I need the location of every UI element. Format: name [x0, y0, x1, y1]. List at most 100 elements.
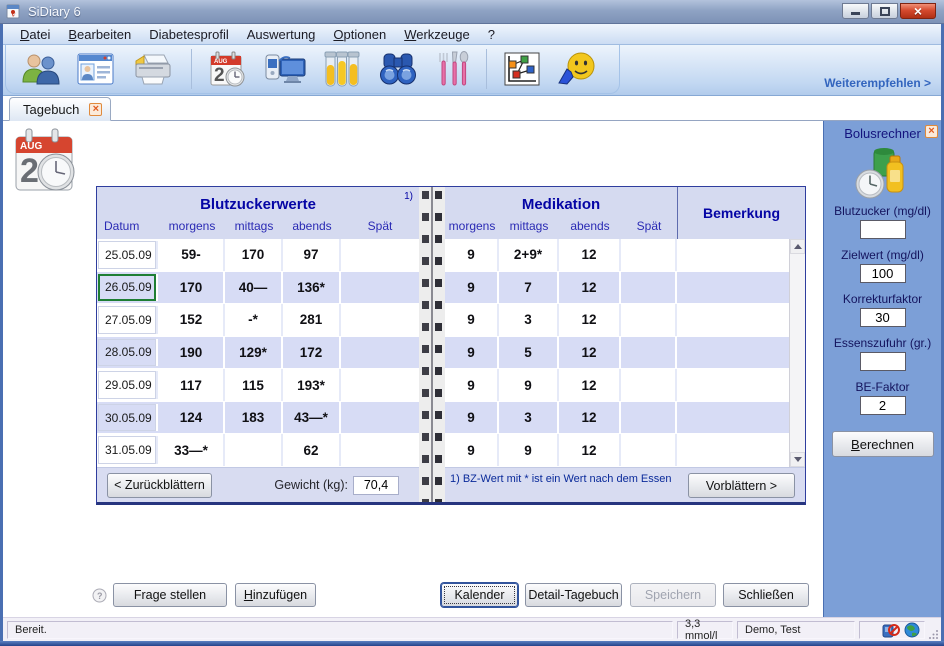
date-cell[interactable]: 27.05.09 — [98, 306, 158, 334]
bz-cell[interactable]: 40— — [225, 272, 283, 304]
calculate-button[interactable]: Berechnen — [832, 431, 934, 457]
menu-auswertung[interactable]: Auswertung — [238, 25, 325, 44]
bz-cell[interactable]: 190 — [159, 337, 225, 369]
med-cell[interactable] — [621, 434, 677, 466]
bz-cell[interactable]: -* — [225, 304, 283, 336]
close-window-icon[interactable] — [900, 3, 936, 19]
med-cell[interactable]: 9 — [445, 434, 499, 466]
bz-cell[interactable]: 59- — [159, 239, 225, 271]
remark-cell[interactable] — [677, 434, 789, 466]
resize-grip[interactable] — [929, 629, 939, 639]
globe-icon[interactable] — [904, 622, 920, 638]
med-cell[interactable]: 3 — [499, 304, 559, 336]
minimize-icon[interactable] — [842, 3, 869, 19]
med-cell[interactable] — [621, 304, 677, 336]
bz-cell[interactable] — [341, 239, 419, 271]
bz-cell[interactable] — [341, 434, 419, 466]
bz-cell[interactable] — [225, 434, 283, 466]
bz-cell[interactable]: 115 — [225, 369, 283, 401]
correction-factor-input[interactable] — [860, 308, 906, 327]
med-cell[interactable]: 2+9* — [499, 239, 559, 271]
target-value-input[interactable] — [860, 264, 906, 283]
tab-close-icon[interactable] — [89, 103, 102, 116]
med-cell[interactable]: 12 — [559, 304, 621, 336]
diary-scrollbar[interactable] — [789, 239, 805, 467]
med-cell[interactable]: 3 — [499, 402, 559, 434]
bz-cell[interactable]: 193* — [283, 369, 341, 401]
date-cell[interactable]: 30.05.09 — [98, 404, 158, 432]
bz-cell[interactable]: 43—* — [283, 402, 341, 434]
remark-cell[interactable] — [677, 239, 789, 271]
bz-cell[interactable]: 62 — [283, 434, 341, 466]
page-forward-button[interactable]: Vorblättern > — [688, 473, 795, 498]
add-button[interactable]: Hinzufügen — [235, 583, 316, 607]
med-cell[interactable] — [621, 239, 677, 271]
search-analysis-icon[interactable] — [378, 52, 418, 86]
med-cell[interactable]: 7 — [499, 272, 559, 304]
med-cell[interactable] — [621, 402, 677, 434]
remark-cell[interactable] — [677, 369, 789, 401]
med-cell[interactable]: 9 — [445, 402, 499, 434]
bz-cell[interactable] — [341, 402, 419, 434]
blood-sugar-input[interactable] — [860, 220, 906, 239]
med-cell[interactable]: 12 — [559, 239, 621, 271]
recommend-link[interactable]: Weiterempfehlen > — [824, 76, 931, 90]
med-cell[interactable]: 9 — [445, 239, 499, 271]
remark-cell[interactable] — [677, 337, 789, 369]
scroll-up-icon[interactable] — [790, 239, 805, 254]
close-button[interactable]: Schließen — [723, 583, 809, 607]
scroll-down-icon[interactable] — [790, 452, 805, 467]
remark-cell[interactable] — [677, 402, 789, 434]
tab-tagebuch[interactable]: Tagebuch — [9, 97, 111, 121]
bz-cell[interactable]: 281 — [283, 304, 341, 336]
bz-cell[interactable]: 170 — [225, 239, 283, 271]
bz-cell[interactable] — [341, 272, 419, 304]
bz-cell[interactable]: 170 — [159, 272, 225, 304]
date-cell[interactable]: 31.05.09 — [98, 436, 158, 464]
menu-diabetesprofil[interactable]: Diabetesprofil — [140, 25, 238, 44]
med-cell[interactable]: 12 — [559, 337, 621, 369]
med-cell[interactable]: 9 — [445, 369, 499, 401]
bolus-close-icon[interactable] — [925, 125, 938, 138]
page-back-button[interactable]: < Zurückblättern — [107, 473, 212, 498]
bz-cell[interactable]: 183 — [225, 402, 283, 434]
menu-datei[interactable]: Datei — [11, 25, 59, 44]
med-cell[interactable]: 9 — [499, 434, 559, 466]
bz-cell[interactable]: 124 — [159, 402, 225, 434]
med-cell[interactable]: 12 — [559, 402, 621, 434]
feedback-smiley-icon[interactable] — [557, 51, 597, 87]
bz-cell[interactable]: 152 — [159, 304, 225, 336]
med-cell[interactable]: 12 — [559, 434, 621, 466]
device-import-icon[interactable] — [264, 51, 306, 87]
lab-values-icon[interactable] — [323, 51, 361, 87]
statistics-icon[interactable] — [504, 52, 540, 86]
weight-input[interactable] — [353, 476, 399, 495]
nutrition-icon[interactable] — [435, 50, 469, 88]
remark-cell[interactable] — [677, 304, 789, 336]
ask-question-button[interactable]: Frage stellen — [113, 583, 227, 607]
bz-cell[interactable] — [341, 304, 419, 336]
date-cell[interactable]: 29.05.09 — [98, 371, 158, 399]
save-button[interactable]: Speichern — [630, 583, 716, 607]
date-cell-selected[interactable]: 26.05.09 — [98, 274, 158, 302]
bz-cell[interactable]: 136* — [283, 272, 341, 304]
menu-optionen[interactable]: Optionen — [324, 25, 395, 44]
menu-werkzeuge[interactable]: Werkzeuge — [395, 25, 479, 44]
food-intake-input[interactable] — [860, 352, 906, 371]
calendar-button[interactable]: Kalender — [441, 583, 518, 607]
med-cell[interactable]: 9 — [499, 369, 559, 401]
users-icon[interactable] — [20, 51, 60, 87]
bz-cell[interactable] — [341, 369, 419, 401]
med-cell[interactable]: 12 — [559, 272, 621, 304]
med-cell[interactable]: 9 — [445, 272, 499, 304]
remark-cell[interactable] — [677, 272, 789, 304]
med-cell[interactable] — [621, 272, 677, 304]
date-cell[interactable]: 28.05.09 — [98, 339, 158, 367]
bz-cell[interactable]: 117 — [159, 369, 225, 401]
bz-cell[interactable]: 129* — [225, 337, 283, 369]
patient-profile-icon[interactable] — [77, 52, 115, 86]
bz-cell[interactable]: 172 — [283, 337, 341, 369]
diary-calendar-icon[interactable]: AUG 2 — [209, 50, 247, 88]
be-factor-input[interactable] — [860, 396, 906, 415]
bz-cell[interactable]: 33—* — [159, 434, 225, 466]
